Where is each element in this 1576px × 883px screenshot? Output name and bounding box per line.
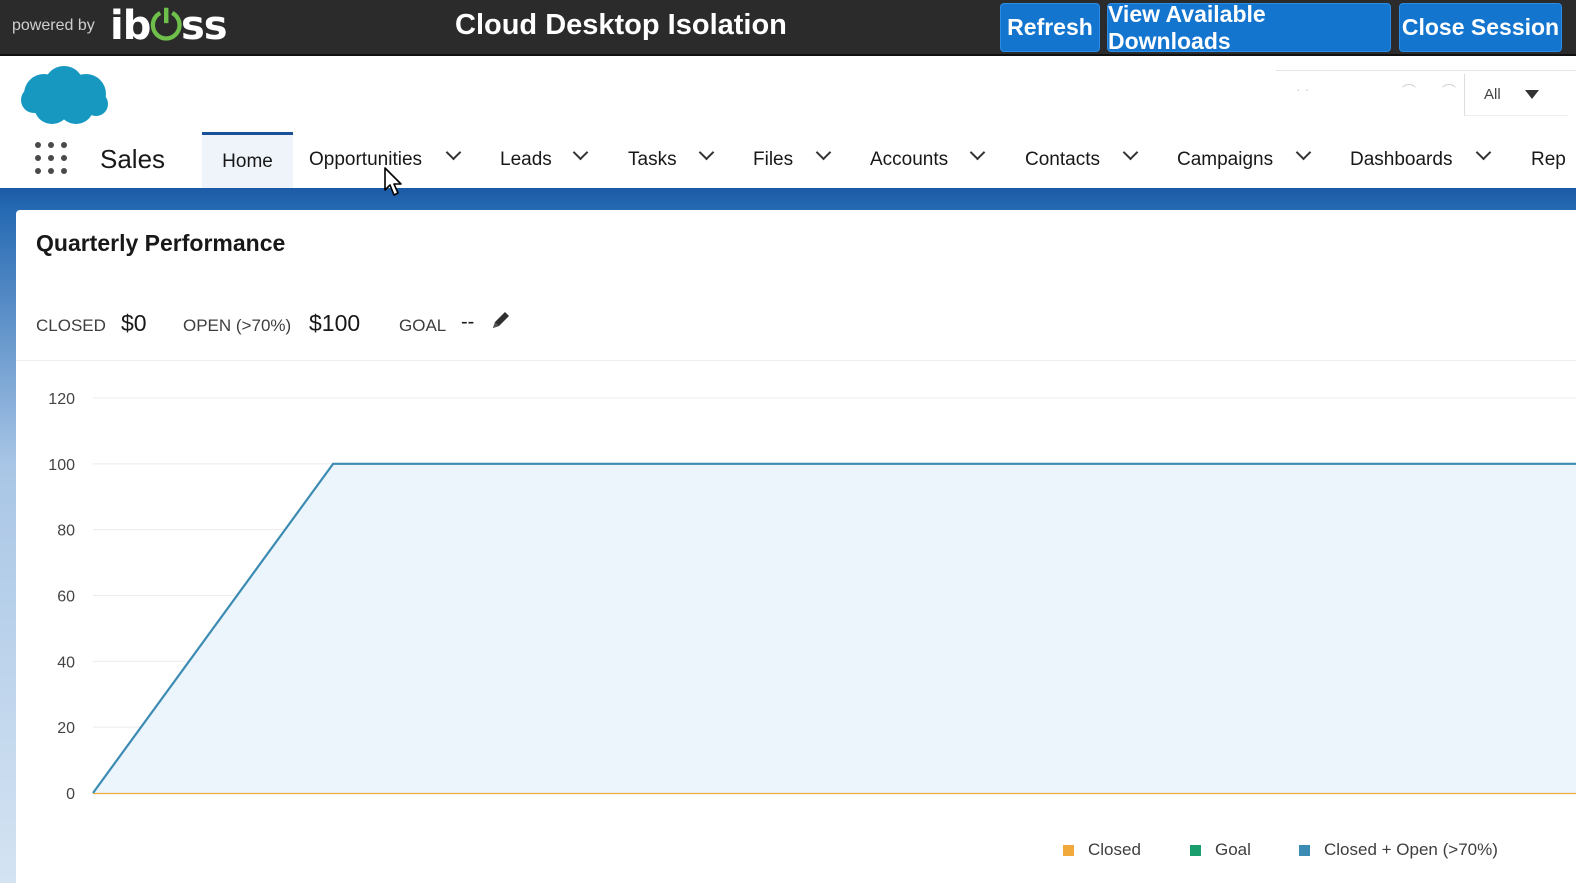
nav-tab-label: Home: [222, 150, 273, 172]
search-icon-fragment: ⌒: [1442, 83, 1456, 99]
nav-tab-label: Accounts: [870, 149, 949, 170]
salesforce-logo[interactable]: [20, 64, 110, 128]
legend-item-goal[interactable]: Goal: [1190, 840, 1251, 860]
legend-swatch: [1299, 844, 1310, 856]
mouse-cursor-icon: [384, 167, 402, 196]
chevron-down-icon[interactable]: [969, 144, 986, 161]
quarterly-performance-card: Quarterly Performance CLOSED $0 OPEN (>7…: [16, 210, 1576, 883]
refresh-button[interactable]: Refresh: [1000, 3, 1100, 52]
legend-swatch: [1190, 844, 1201, 856]
chevron-down-icon[interactable]: [815, 144, 832, 161]
performance-chart: 020406080100120OctNov: [48, 391, 1576, 803]
nav-tab-label: Tasks: [628, 149, 677, 170]
legend-item-closed[interactable]: Closed: [1063, 840, 1141, 860]
y-tick-label: 80: [57, 523, 75, 540]
y-tick-label: 100: [48, 457, 75, 474]
nav-tab-contacts[interactable]: Contacts: [1025, 132, 1100, 188]
nav-tab-home[interactable]: Home: [202, 132, 293, 188]
chevron-down-icon[interactable]: [1475, 144, 1492, 161]
app-name: Sales: [100, 144, 166, 174]
nav-tab-campaigns[interactable]: Campaigns: [1177, 132, 1273, 188]
legend-label: Closed: [1088, 840, 1141, 859]
nav-tab-label: Files: [753, 149, 794, 170]
legend-item-closed-open[interactable]: Closed + Open (>70%): [1299, 840, 1498, 860]
nav-tab-label: Contacts: [1025, 149, 1100, 170]
search-scope-value: All: [1484, 86, 1501, 103]
app-launcher-button[interactable]: [35, 142, 69, 176]
y-tick-label: 0: [66, 786, 75, 803]
legend-label: Closed + Open (>70%): [1324, 840, 1498, 859]
nav-tab-label: Leads: [500, 149, 552, 170]
nav-tab-tasks[interactable]: Tasks: [628, 132, 677, 188]
session-title: Cloud Desktop Isolation: [455, 9, 787, 41]
chevron-down-icon[interactable]: [1122, 144, 1139, 161]
nav-tab-reports[interactable]: Rep: [1531, 132, 1576, 188]
y-tick-label: 20: [57, 720, 75, 737]
search-scope-select[interactable]: All: [1464, 74, 1568, 116]
nav-tab-files[interactable]: Files: [753, 132, 793, 188]
isolation-toolbar: powered by ib⏻ss Cloud Desktop Isolation…: [0, 0, 1576, 56]
nav-tab-label: Opportunities: [309, 149, 423, 170]
close-session-button[interactable]: Close Session: [1399, 3, 1562, 52]
nav-tab-label: Campaigns: [1177, 149, 1274, 170]
chevron-down-icon[interactable]: [445, 144, 462, 161]
nav-tab-dashboards[interactable]: Dashboards: [1350, 132, 1452, 188]
view-downloads-button[interactable]: View Available Downloads: [1107, 1, 1391, 54]
nav-tab-accounts[interactable]: Accounts: [870, 132, 948, 188]
iboss-logo: ib⏻ss: [110, 3, 228, 49]
nav-tab-opportunities[interactable]: Opportunities: [309, 132, 422, 188]
caret-down-icon: [1525, 90, 1539, 99]
nav-tab-leads[interactable]: Leads: [500, 132, 552, 188]
legend-swatch: [1063, 844, 1074, 856]
global-header: · · ⌒ ⌒ All Sales Home Opportunities Lea…: [0, 58, 1576, 188]
y-tick-label: 40: [57, 654, 75, 671]
series-area-closed-open-70: [93, 463, 1576, 793]
chevron-down-icon[interactable]: [572, 144, 589, 161]
nav-tab-label: Dashboards: [1350, 149, 1453, 170]
powered-by-label: powered by: [12, 17, 95, 34]
chevron-down-icon[interactable]: [698, 144, 715, 161]
search-icon: ⌒: [1402, 83, 1416, 99]
chevron-down-icon[interactable]: [1295, 144, 1312, 161]
search-placeholder-fragment: · ·: [1296, 81, 1310, 97]
nav-tab-label: Rep: [1531, 149, 1566, 170]
legend-label: Goal: [1215, 840, 1251, 859]
y-tick-label: 60: [57, 589, 75, 606]
y-tick-label: 120: [48, 391, 75, 408]
